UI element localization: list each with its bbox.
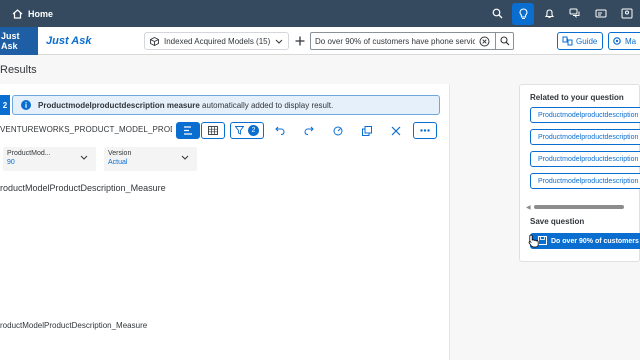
bell-icon[interactable] <box>536 0 562 27</box>
filter-icon <box>235 126 244 135</box>
copy-icon <box>362 125 372 136</box>
chart-view-button[interactable] <box>176 122 200 139</box>
redo-button[interactable] <box>297 122 321 139</box>
lightbulb-icon[interactable] <box>512 2 534 25</box>
filter-button[interactable]: 2 <box>230 122 264 139</box>
result-panel: 2 Productmodelproductdescription measure… <box>0 84 450 360</box>
question-input[interactable]: Do over 90% of customers have phone serv… <box>310 32 514 50</box>
plus-icon <box>295 36 305 46</box>
chevron-down-icon <box>181 155 189 160</box>
gauge-icon <box>333 126 343 135</box>
question-search-button[interactable] <box>495 32 514 50</box>
question-text: Do over 90% of customers have phone serv… <box>315 36 475 46</box>
more-button[interactable] <box>413 122 437 139</box>
related-item[interactable]: Productmodelproductdescription <box>530 129 640 145</box>
axis-label: roductModelProductDescription_Measure <box>0 321 148 330</box>
guide-label: Guide <box>576 36 598 46</box>
app-title: Just Ask <box>46 35 92 47</box>
info-icon <box>21 100 31 110</box>
related-item[interactable]: Productmodelproductdescription <box>530 151 640 167</box>
table-icon <box>208 126 218 135</box>
result-count-badge[interactable]: 2 <box>0 95 10 115</box>
user-icon[interactable] <box>614 0 640 27</box>
table-view-button[interactable] <box>201 122 225 139</box>
result-toolbar: VENTUREWORKS_PRODUCT_MODEL_PRODU 2 <box>0 122 450 140</box>
filter-bar: ProductMod... 90 Version Actual <box>3 147 197 171</box>
guide-button[interactable]: Guide <box>557 32 603 50</box>
undo-icon <box>275 126 285 135</box>
dataset-name: VENTUREWORKS_PRODUCT_MODEL_PRODU <box>0 125 172 134</box>
filter-version[interactable]: Version Actual <box>104 147 197 171</box>
model-selector[interactable]: Indexed Acquired Models (15) <box>144 32 289 50</box>
app-tag[interactable]: Just Ask <box>0 27 38 55</box>
scroll-left-icon[interactable]: ◀ <box>526 204 531 211</box>
chat-icon[interactable] <box>562 0 588 27</box>
tools-icon <box>391 126 401 135</box>
home-label: Home <box>28 8 54 19</box>
add-model-button[interactable] <box>291 32 309 50</box>
save-heading: Save question <box>530 217 585 226</box>
manage-label: Ma <box>625 36 637 46</box>
filter-count-badge: 2 <box>248 125 259 136</box>
tools-button[interactable] <box>384 122 408 139</box>
search-icon[interactable] <box>484 0 510 27</box>
insight-button[interactable] <box>326 122 350 139</box>
filter-value: Actual <box>108 159 128 166</box>
related-item[interactable]: Productmodelproductdescription <box>530 173 640 189</box>
redo-icon <box>304 126 314 135</box>
home-icon <box>12 8 23 19</box>
model-selector-label: Indexed Acquired Models (15) <box>164 36 271 46</box>
app-header: Just Ask Just Ask Indexed Acquired Model… <box>0 27 640 55</box>
manage-button[interactable]: Ma <box>608 32 640 50</box>
info-bold: Productmodelproductdescription measure <box>38 100 200 110</box>
undo-button[interactable] <box>268 122 292 139</box>
guide-icon <box>562 36 573 46</box>
copy-button[interactable] <box>355 122 379 139</box>
related-item[interactable]: Productmodelproductdescription <box>530 107 640 123</box>
clear-icon[interactable] <box>479 36 490 47</box>
search-icon <box>500 36 510 46</box>
bar-chart-icon <box>184 126 192 135</box>
cube-icon <box>150 36 159 46</box>
chevron-down-icon <box>80 155 88 160</box>
hand-cursor-icon <box>528 234 539 248</box>
shell-bar: Home <box>0 0 640 27</box>
save-question-label: Do over 90% of customers <box>551 237 639 245</box>
page-title: Results <box>0 64 37 76</box>
home-button[interactable]: Home <box>12 9 53 19</box>
related-heading: Related to your question <box>530 93 624 102</box>
chevron-down-icon <box>275 39 283 44</box>
gear-icon <box>613 37 621 45</box>
filter-value: 90 <box>7 159 15 166</box>
save-question-button[interactable]: Do over 90% of customers <box>530 233 640 249</box>
info-text: Productmodelproductdescription measure a… <box>38 101 333 110</box>
scroll-thumb[interactable] <box>534 205 624 209</box>
horizontal-scrollbar[interactable]: ◀ <box>526 204 640 211</box>
notification-icon[interactable] <box>588 0 614 27</box>
info-message: Productmodelproductdescription measure a… <box>12 95 440 115</box>
chart-title: roductModelProductDescription_Measure <box>0 183 166 193</box>
more-icon <box>420 129 430 132</box>
info-rest: automatically added to display result. <box>202 100 334 110</box>
filter-productmodel[interactable]: ProductMod... 90 <box>3 147 96 171</box>
